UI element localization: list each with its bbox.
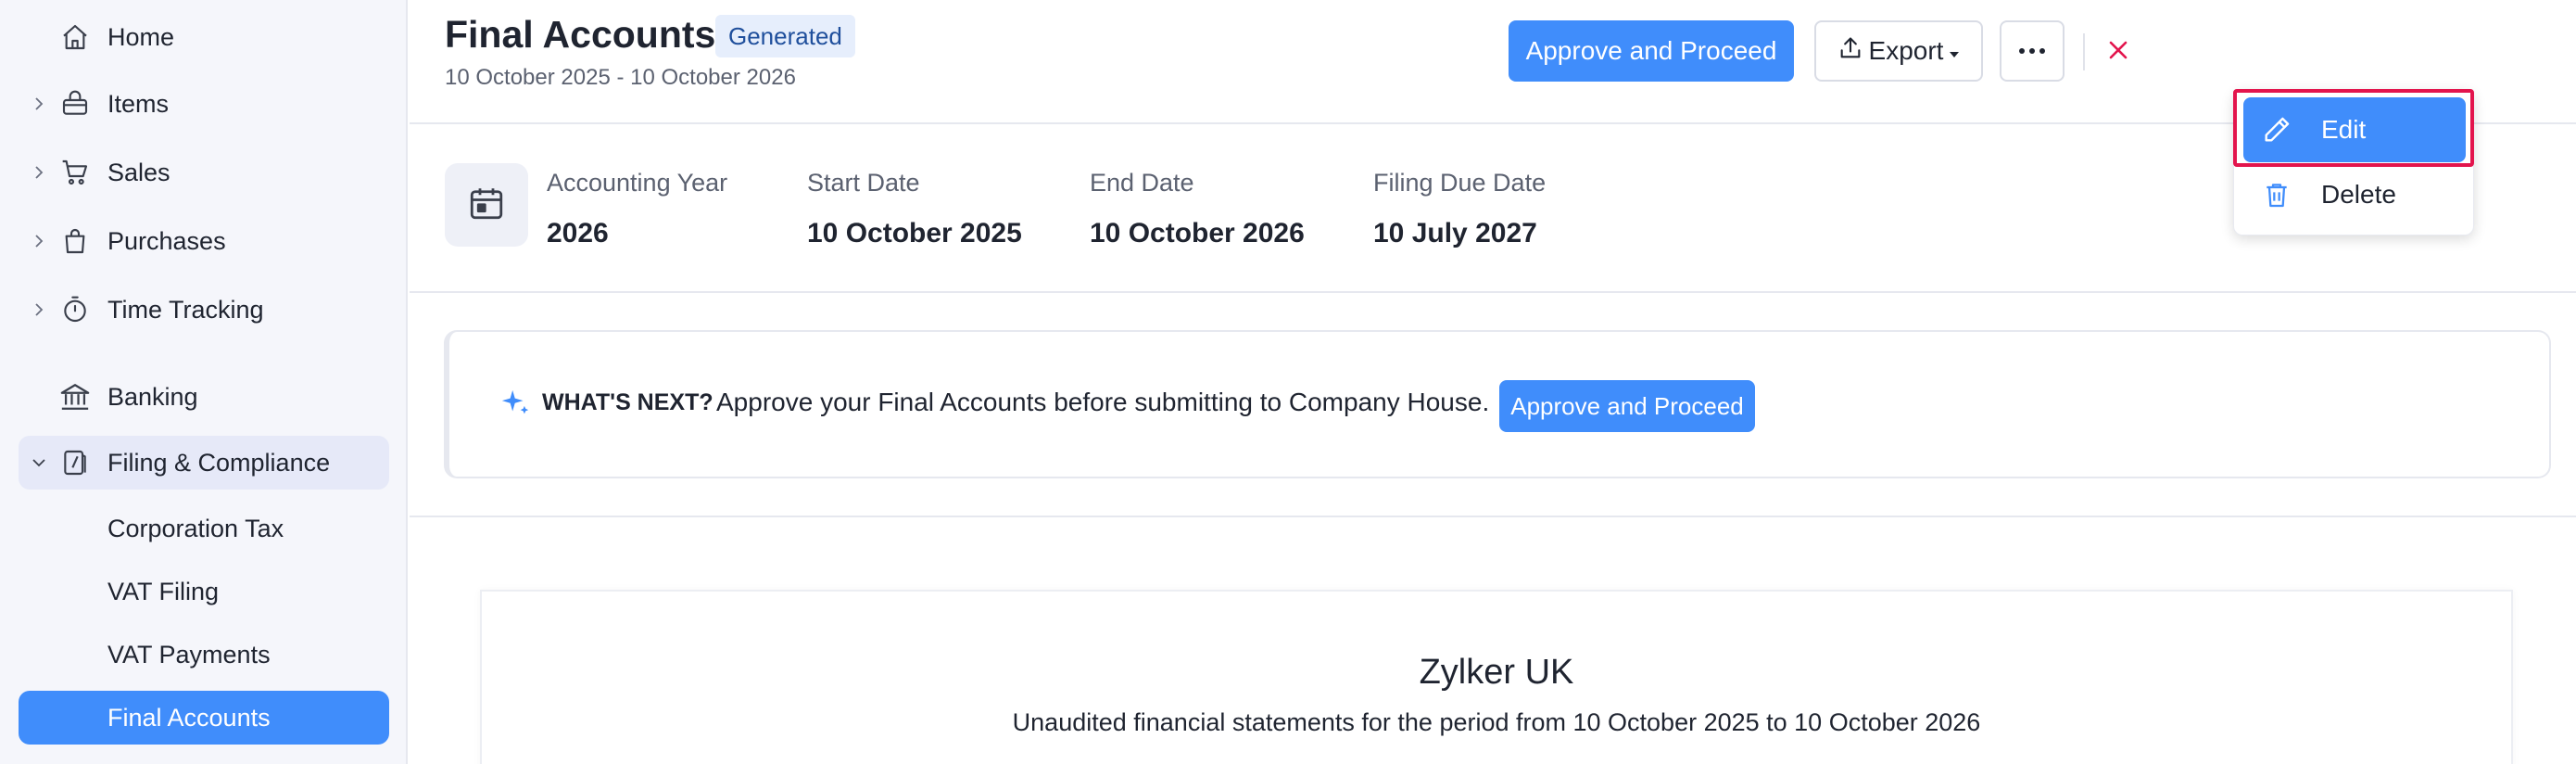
sidebar-item-purchases[interactable]: Purchases bbox=[19, 214, 389, 268]
report-description: Unaudited financial statements for the p… bbox=[1012, 708, 1981, 736]
end-date-field: End Date 10 October 2026 bbox=[1090, 169, 1305, 249]
sidebar-item-label: Sales bbox=[107, 158, 170, 186]
sidebar-subitem-label: VAT Filing bbox=[107, 577, 220, 605]
sidebar-item-label: Banking bbox=[107, 382, 198, 411]
whats-next-banner: WHAT'S NEXT? Approve your Final Accounts… bbox=[444, 330, 2551, 478]
menu-item-label: Edit bbox=[2321, 115, 2367, 144]
sidebar-item-time-tracking[interactable]: Time Tracking bbox=[19, 283, 389, 337]
caret-down-icon bbox=[1949, 36, 1960, 66]
field-label: Start Date bbox=[807, 169, 920, 197]
sidebar-subitem-label: Corporation Tax bbox=[107, 514, 284, 542]
upload-icon bbox=[1837, 35, 1863, 68]
ellipsis-icon bbox=[2018, 43, 2046, 59]
sidebar-item-filing-compliance[interactable]: Filing & Compliance bbox=[19, 436, 389, 490]
field-value: 10 July 2027 bbox=[1373, 218, 1537, 248]
period-subtitle: 10 October 2025 - 10 October 2026 bbox=[445, 65, 796, 90]
whats-next-message: Approve your Final Accounts before submi… bbox=[716, 388, 1490, 416]
field-label: Filing Due Date bbox=[1373, 169, 1547, 197]
page-title: Final Accounts bbox=[445, 13, 716, 56]
export-label: Export bbox=[1868, 36, 1944, 65]
sidebar-item-label: Filing & Compliance bbox=[107, 448, 331, 477]
report-preview: Zylker UK Unaudited financial statements… bbox=[480, 590, 2513, 764]
pencil-icon bbox=[2258, 111, 2295, 148]
sidebar-subitem-final-accounts[interactable]: Final Accounts bbox=[19, 691, 389, 745]
sidebar-item-label: Purchases bbox=[107, 226, 226, 255]
status-badge: Generated bbox=[715, 15, 855, 57]
document-icon bbox=[57, 445, 93, 480]
field-label: Accounting Year bbox=[547, 169, 728, 197]
close-icon bbox=[2107, 39, 2129, 66]
sidebar-item-home[interactable]: Home bbox=[19, 10, 389, 64]
chevron-right-icon[interactable] bbox=[32, 302, 46, 317]
bag-icon bbox=[57, 223, 93, 259]
whats-next-heading: WHAT'S NEXT? bbox=[542, 389, 713, 415]
start-date-field: Start Date 10 October 2025 bbox=[807, 169, 1022, 249]
field-value: 10 October 2025 bbox=[807, 218, 1022, 248]
sidebar-subitem-vat-filing[interactable]: VAT Filing bbox=[19, 565, 389, 618]
sidebar-subitem-label: Final Accounts bbox=[107, 703, 271, 732]
chevron-right-icon[interactable] bbox=[32, 234, 46, 248]
header-divider bbox=[2083, 33, 2085, 70]
sidebar-item-label: Time Tracking bbox=[107, 295, 264, 324]
sidebar-subitem-label: VAT Payments bbox=[107, 640, 271, 668]
sparkle-icon bbox=[499, 388, 531, 419]
calendar-icon bbox=[467, 184, 506, 227]
trash-icon bbox=[2258, 176, 2295, 213]
export-button[interactable]: Export bbox=[1814, 20, 1983, 82]
basket-icon bbox=[57, 86, 93, 121]
chevron-down-icon[interactable] bbox=[32, 455, 46, 470]
sidebar: Home Items Sales Purchases Time Tracking… bbox=[0, 0, 408, 764]
more-options-button[interactable] bbox=[2000, 20, 2065, 82]
home-icon bbox=[57, 19, 93, 55]
field-label: End Date bbox=[1090, 169, 1194, 197]
more-options-dropdown: Edit Delete bbox=[2233, 89, 2474, 236]
field-value: 2026 bbox=[547, 218, 609, 248]
menu-item-label: Delete bbox=[2321, 180, 2396, 209]
chevron-right-icon[interactable] bbox=[32, 96, 46, 111]
approve-and-proceed-button[interactable]: Approve and Proceed bbox=[1509, 20, 1794, 82]
sidebar-item-sales[interactable]: Sales bbox=[19, 146, 389, 199]
calendar-icon-box bbox=[445, 163, 528, 247]
sidebar-subitem-vat-payments[interactable]: VAT Payments bbox=[19, 628, 389, 681]
close-button[interactable] bbox=[2100, 33, 2137, 70]
sidebar-subitem-corporation-tax[interactable]: Corporation Tax bbox=[19, 502, 389, 555]
section-divider bbox=[410, 516, 2576, 517]
field-value: 10 October 2026 bbox=[1090, 218, 1305, 248]
sidebar-item-label: Home bbox=[107, 22, 175, 51]
stopwatch-icon bbox=[57, 292, 93, 327]
sidebar-item-items[interactable]: Items bbox=[19, 77, 389, 131]
chevron-right-icon[interactable] bbox=[32, 165, 46, 180]
menu-item-delete[interactable]: Delete bbox=[2243, 162, 2466, 227]
accounting-year-field: Accounting Year 2026 bbox=[547, 169, 727, 249]
filing-due-date-field: Filing Due Date 10 July 2027 bbox=[1373, 169, 1546, 249]
sidebar-item-banking[interactable]: Banking bbox=[19, 370, 389, 424]
cart-icon bbox=[57, 155, 93, 190]
menu-item-edit[interactable]: Edit bbox=[2243, 97, 2466, 162]
sidebar-item-label: Items bbox=[107, 89, 170, 118]
organization-name: Zylker UK bbox=[1419, 653, 1574, 692]
bank-icon bbox=[57, 379, 93, 414]
banner-approve-and-proceed-button[interactable]: Approve and Proceed bbox=[1499, 380, 1755, 432]
